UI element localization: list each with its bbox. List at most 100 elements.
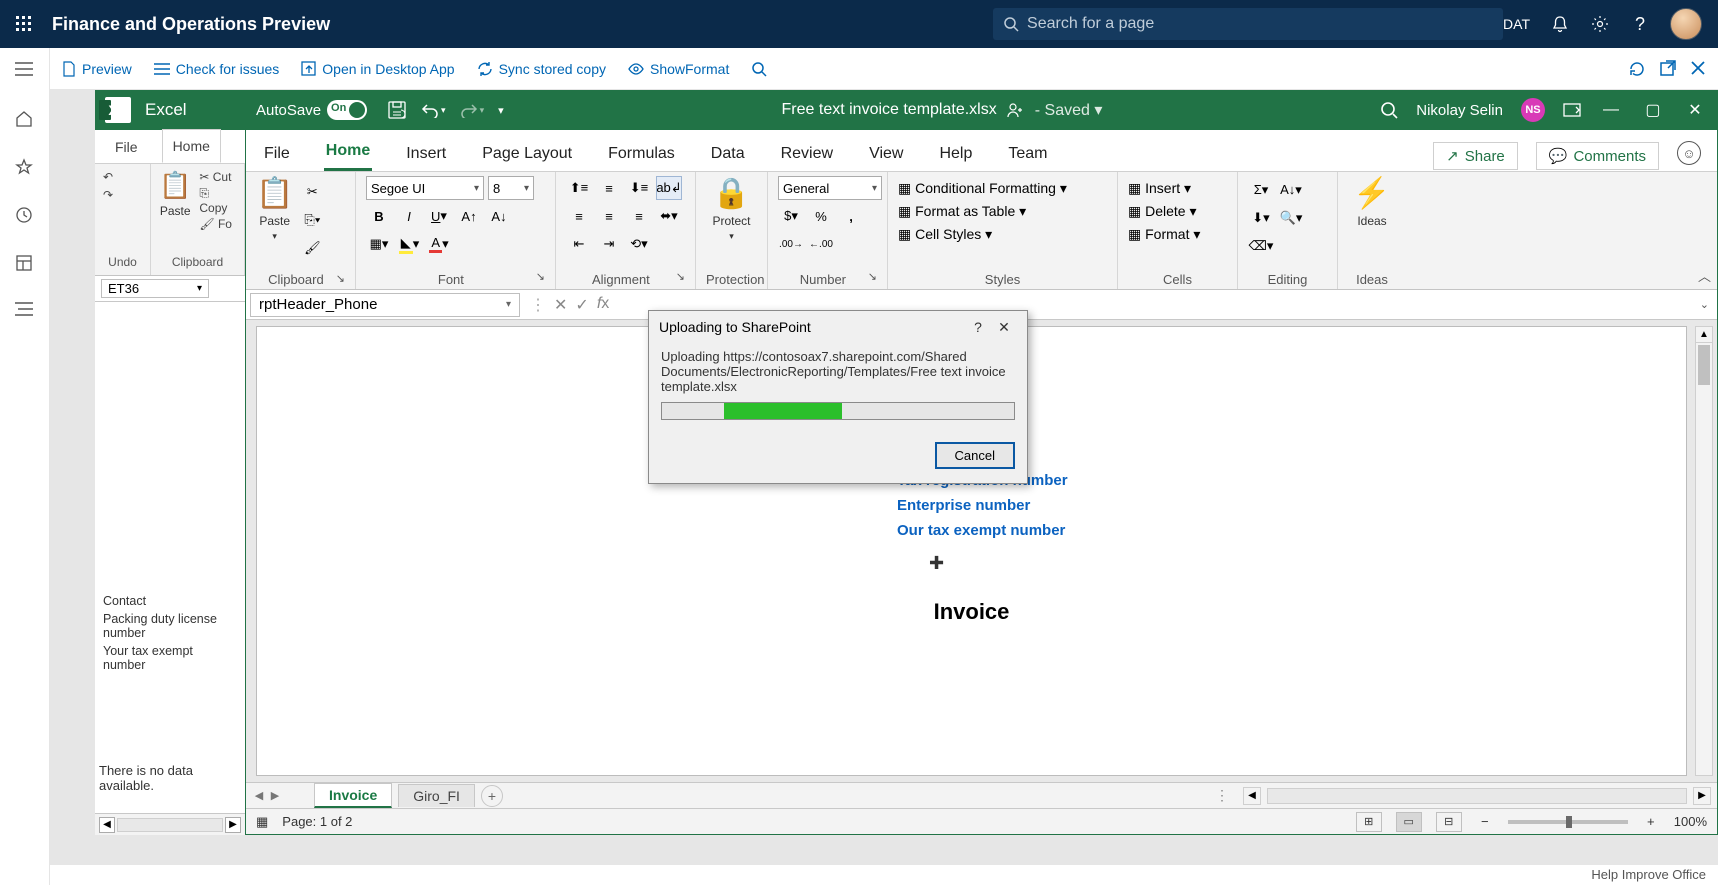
number-format-combo[interactable]: General▾ — [778, 176, 882, 200]
format-painter-icon[interactable]: 🖌 — [299, 236, 325, 260]
scroll-left-icon[interactable]: ◀ — [99, 817, 115, 833]
autosum-icon[interactable]: Σ▾ — [1248, 178, 1274, 202]
comments-button[interactable]: 💬Comments — [1536, 142, 1659, 170]
align-bottom-icon[interactable]: ⬇≡ — [626, 176, 652, 200]
save-icon[interactable] — [387, 100, 407, 120]
page-break-view-icon[interactable]: ⊟ — [1436, 812, 1462, 832]
increase-font-icon[interactable]: A↑ — [456, 204, 482, 228]
fill-icon[interactable]: ⬇▾ — [1248, 206, 1274, 230]
user-avatar[interactable] — [1670, 8, 1702, 40]
hamburger-icon[interactable] — [15, 62, 35, 82]
decrease-font-icon[interactable]: A↓ — [486, 204, 512, 228]
dialog-help-icon[interactable]: ? — [965, 319, 991, 335]
horizontal-scrollbar[interactable] — [1267, 788, 1687, 804]
bdm-paste-button[interactable]: 📋 Paste — [159, 170, 191, 218]
bdm-sheet-area[interactable]: Contact Packing duty license number Your… — [95, 302, 245, 813]
undo-icon[interactable]: ▾ — [421, 102, 446, 118]
tell-me-search-icon[interactable] — [1380, 101, 1398, 119]
preview-button[interactable]: Preview — [62, 61, 132, 77]
tab-data[interactable]: Data — [709, 135, 747, 171]
home-icon[interactable] — [15, 110, 35, 130]
collapse-ribbon-icon[interactable]: ︿ — [1698, 266, 1711, 285]
share-button[interactable]: ↗Share — [1433, 142, 1518, 170]
align-center-icon[interactable]: ≡ — [596, 204, 622, 228]
vertical-scrollbar[interactable]: ▲ — [1695, 326, 1713, 776]
zoom-in-icon[interactable]: + — [1642, 814, 1660, 829]
increase-decimal-icon[interactable]: .00→ — [778, 232, 804, 256]
tab-review[interactable]: Review — [779, 135, 835, 171]
bdm-copy[interactable]: ⎘ Copy — [199, 186, 236, 215]
undo-icon[interactable]: ↶ — [103, 170, 113, 184]
font-name-combo[interactable]: Segoe UI▾ — [366, 176, 484, 200]
scroll-up-icon[interactable]: ▲ — [1696, 327, 1712, 343]
global-search-input[interactable]: Search for a page — [993, 8, 1503, 40]
bold-button[interactable]: B — [366, 204, 392, 228]
delete-cells-button[interactable]: ▦ Delete ▾ — [1128, 203, 1197, 220]
wrap-text-button[interactable]: ab↲ — [656, 176, 682, 200]
minimize-button[interactable]: — — [1599, 101, 1623, 119]
recent-icon[interactable] — [15, 206, 35, 226]
help-icon[interactable]: ? — [1630, 14, 1650, 34]
redo-icon[interactable]: ▾ — [460, 102, 485, 118]
decrease-decimal-icon[interactable]: ←.00 — [808, 232, 834, 256]
settings-icon[interactable] — [1590, 14, 1610, 34]
help-improve-link[interactable]: Help Improve Office — [1591, 867, 1706, 882]
format-cells-button[interactable]: ▦ Format ▾ — [1128, 226, 1200, 243]
cut-icon[interactable]: ✂ — [299, 180, 325, 204]
check-issues-button[interactable]: Check for issues — [154, 61, 279, 77]
cancel-formula-icon[interactable]: ✕ — [554, 295, 567, 315]
page-layout-mode-icon[interactable]: ▦ — [256, 814, 268, 830]
sheet-nav-right-icon[interactable]: ▶ — [268, 789, 282, 802]
bdm-cut[interactable]: ✂ Cut — [199, 170, 236, 184]
user-initials-badge[interactable]: NS — [1521, 98, 1545, 122]
company-label[interactable]: DAT — [1503, 16, 1530, 32]
paste-button[interactable]: 📋 Paste ▾ — [256, 176, 293, 242]
dialog-launcher-icon[interactable]: ↘ — [868, 270, 877, 287]
font-color-button[interactable]: A▾ — [426, 232, 452, 256]
add-sheet-button[interactable]: + — [481, 785, 503, 807]
qat-customize-icon[interactable]: ▾ — [498, 104, 504, 117]
zoom-level[interactable]: 100% — [1674, 814, 1707, 829]
sort-filter-icon[interactable]: A↓▾ — [1278, 178, 1304, 202]
tab-insert[interactable]: Insert — [404, 135, 448, 171]
cmd-search-icon[interactable] — [751, 61, 767, 77]
workspaces-icon[interactable] — [15, 254, 35, 274]
expand-formula-bar-icon[interactable]: ⌄ — [1700, 298, 1709, 311]
notification-icon[interactable] — [1550, 14, 1570, 34]
comma-icon[interactable]: , — [838, 204, 864, 228]
clear-icon[interactable]: ⌫▾ — [1248, 234, 1274, 258]
feedback-icon[interactable]: ☺ — [1677, 141, 1701, 165]
sheet-options-icon[interactable]: ⋮ — [1215, 787, 1229, 804]
accept-formula-icon[interactable]: ✓ — [575, 295, 588, 315]
close-icon[interactable] — [1690, 60, 1706, 78]
sync-button[interactable]: Sync stored copy — [477, 61, 606, 77]
copy-icon[interactable]: ⎘▾ — [299, 208, 325, 232]
fill-color-button[interactable]: ◣▾ — [396, 232, 422, 256]
refresh-icon[interactable] — [1628, 60, 1646, 78]
tab-help[interactable]: Help — [937, 135, 974, 171]
cancel-button[interactable]: Cancel — [935, 442, 1015, 469]
coauthor-icon[interactable] — [1007, 102, 1025, 118]
merge-button[interactable]: ⬌▾ — [656, 204, 682, 228]
open-desktop-button[interactable]: Open in Desktop App — [301, 61, 454, 77]
cell-styles-button[interactable]: ▦ Cell Styles ▾ — [898, 226, 992, 243]
formula-drag-icon[interactable]: ⋮ — [530, 295, 546, 315]
dialog-close-icon[interactable]: ✕ — [991, 319, 1017, 336]
zoom-slider[interactable] — [1508, 820, 1628, 824]
border-button[interactable]: ▦▾ — [366, 232, 392, 256]
conditional-formatting-button[interactable]: ▦ Conditional Formatting ▾ — [898, 180, 1067, 197]
bdm-tab-file[interactable]: File — [105, 131, 148, 163]
ideas-button[interactable]: ⚡ Ideas — [1353, 176, 1390, 228]
dialog-launcher-icon[interactable]: ↘ — [676, 270, 685, 287]
fx-icon[interactable]: fx — [597, 295, 609, 315]
name-box[interactable]: rptHeader_Phone ▾ — [250, 293, 520, 317]
insert-cells-button[interactable]: ▦ Insert ▾ — [1128, 180, 1191, 197]
autosave-toggle[interactable]: AutoSave On — [256, 100, 367, 120]
scroll-left-icon[interactable]: ◀ — [1243, 787, 1261, 805]
bdm-format-painter[interactable]: 🖌 Fo — [199, 217, 236, 231]
app-launcher-icon[interactable] — [8, 8, 40, 40]
increase-indent-icon[interactable]: ⇥ — [596, 232, 622, 256]
tab-file[interactable]: File — [262, 135, 292, 171]
align-middle-icon[interactable]: ≡ — [596, 176, 622, 200]
dialog-launcher-icon[interactable]: ↘ — [336, 272, 345, 285]
